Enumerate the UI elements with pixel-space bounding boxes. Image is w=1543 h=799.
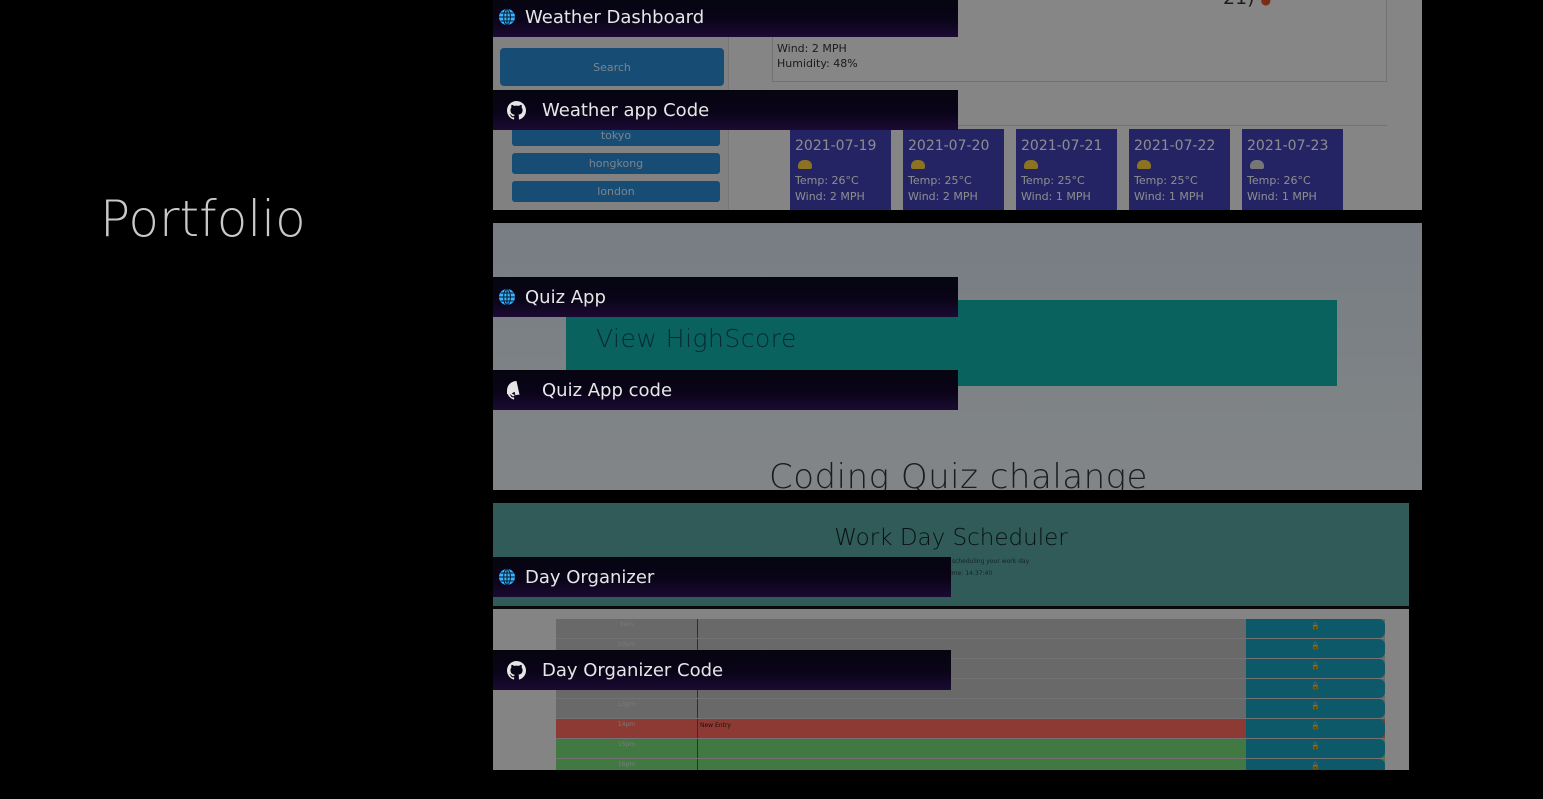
weather-current-date: 21) ● (1223, 0, 1271, 9)
forecast-card: 2021-07-22 Temp: 25°C Wind: 1 MPH (1129, 129, 1230, 210)
lock-icon: 🔒 (1246, 739, 1385, 758)
forecast-temp: Temp: 25°C (1134, 174, 1198, 187)
scheduler-project-preview[interactable]: Work Day Scheduler A simple calendar app… (493, 503, 1409, 770)
time-block-entry (698, 699, 1246, 718)
time-block-hour: 13pm (556, 699, 698, 718)
lock-icon: 🔒 (1246, 719, 1385, 738)
forecast-temp: Temp: 26°C (795, 174, 859, 187)
quiz-live-link[interactable]: Quiz App (493, 277, 958, 317)
lock-icon: 🔒 (1246, 759, 1385, 770)
time-block-row: 15pm 🔒 (556, 739, 1385, 759)
cloud-sun-icon (911, 160, 925, 169)
sun-icon: ● (1260, 0, 1272, 7)
weather-live-link[interactable]: Weather Dashboard (493, 0, 958, 37)
weather-current-humidity: Humidity: 48% (777, 57, 858, 70)
forecast-date: 2021-07-21 (1021, 138, 1103, 154)
weather-code-link[interactable]: Weather app Code (493, 90, 958, 130)
weather-live-label: Weather Dashboard (525, 6, 705, 28)
weather-city-button: hongkong (512, 153, 720, 174)
weather-current-wind: Wind: 2 MPH (777, 42, 847, 55)
scheduler-code-link[interactable]: Day Organizer Code (493, 650, 951, 690)
time-block-row: 13pm 🔒 (556, 699, 1385, 719)
cloud-rain-icon (1250, 160, 1264, 169)
weather-search-button: Search (500, 48, 724, 86)
forecast-date: 2021-07-20 (908, 138, 990, 154)
quiz-code-link[interactable]: Quiz App code (493, 370, 958, 410)
lock-icon: 🔒 (1246, 659, 1385, 678)
forecast-card: 2021-07-23 Temp: 26°C Wind: 1 MPH (1242, 129, 1343, 210)
lock-icon: 🔒 (1246, 699, 1385, 718)
weather-city-button: london (512, 181, 720, 202)
quiz-live-label: Quiz App (525, 286, 606, 308)
time-block-hour: 15pm (556, 739, 698, 758)
scheduler-code-label: Day Organizer Code (542, 659, 724, 681)
time-block-entry: New Entry (700, 722, 731, 729)
lock-icon: 🔒 (1246, 679, 1385, 698)
lock-icon: 🔒 (1246, 639, 1385, 658)
time-block-entry (698, 619, 1246, 638)
forecast-temp: Temp: 26°C (1247, 174, 1311, 187)
time-block-row: 16pm 🔒 (556, 759, 1385, 770)
lock-icon: 🔒 (1246, 619, 1385, 638)
forecast-wind: Wind: 2 MPH (908, 190, 978, 203)
divider (493, 606, 1409, 609)
scheduler-rows: 9am🔒 10am🔒 11am🔒 12pm🔒 13pm🔒 14pmNew Ent… (556, 619, 1385, 770)
forecast-date: 2021-07-23 (1247, 138, 1329, 154)
weather-code-label: Weather app Code (542, 99, 710, 121)
forecast-temp: Temp: 25°C (908, 174, 972, 187)
time-block-row: 14pm New Entry 🔒 (556, 719, 1385, 739)
github-icon (507, 660, 526, 680)
forecast-date: 2021-07-19 (795, 138, 877, 154)
forecast-card: 2021-07-21 Temp: 25°C Wind: 1 MPH (1016, 129, 1117, 210)
forecast-card: 2021-07-19 Temp: 26°C Wind: 2 MPH (790, 129, 891, 210)
quiz-project-preview[interactable]: View HighScore Coding Quiz chalange (493, 223, 1422, 490)
time-block-hour: 16pm (556, 759, 698, 770)
scheduler-title: Work Day Scheduler (834, 525, 1068, 551)
forecast-card: 2021-07-20 Temp: 25°C Wind: 2 MPH (903, 129, 1004, 210)
scheduler-live-link[interactable]: Day Organizer (493, 557, 951, 597)
github-icon (507, 380, 526, 400)
time-block-hour: 14pm (556, 719, 698, 738)
globe-icon (498, 568, 516, 586)
forecast-wind: Wind: 2 MPH (795, 190, 865, 203)
globe-icon (498, 288, 516, 306)
forecast-wind: Wind: 1 MPH (1247, 190, 1317, 203)
quiz-code-label: Quiz App code (542, 379, 673, 401)
quiz-highscore-label: View HighScore (596, 324, 797, 353)
time-block-entry (698, 739, 1246, 758)
time-block-hour: 9am (556, 619, 698, 638)
forecast-wind: Wind: 1 MPH (1134, 190, 1204, 203)
forecast-temp: Temp: 25°C (1021, 174, 1085, 187)
time-block-entry (698, 759, 1246, 770)
cloud-sun-icon (1024, 160, 1038, 169)
cloud-sun-icon (798, 160, 812, 169)
scheduler-live-label: Day Organizer (525, 566, 655, 588)
cloud-sun-icon (1137, 160, 1151, 169)
github-icon (507, 100, 526, 120)
forecast-wind: Wind: 1 MPH (1021, 190, 1091, 203)
globe-icon (498, 8, 516, 26)
time-block-row: 9am 🔒 (556, 619, 1385, 639)
forecast-date: 2021-07-22 (1134, 138, 1216, 154)
page-title: Portfolio (100, 190, 306, 248)
quiz-title: Coding Quiz chalange (769, 457, 1148, 490)
